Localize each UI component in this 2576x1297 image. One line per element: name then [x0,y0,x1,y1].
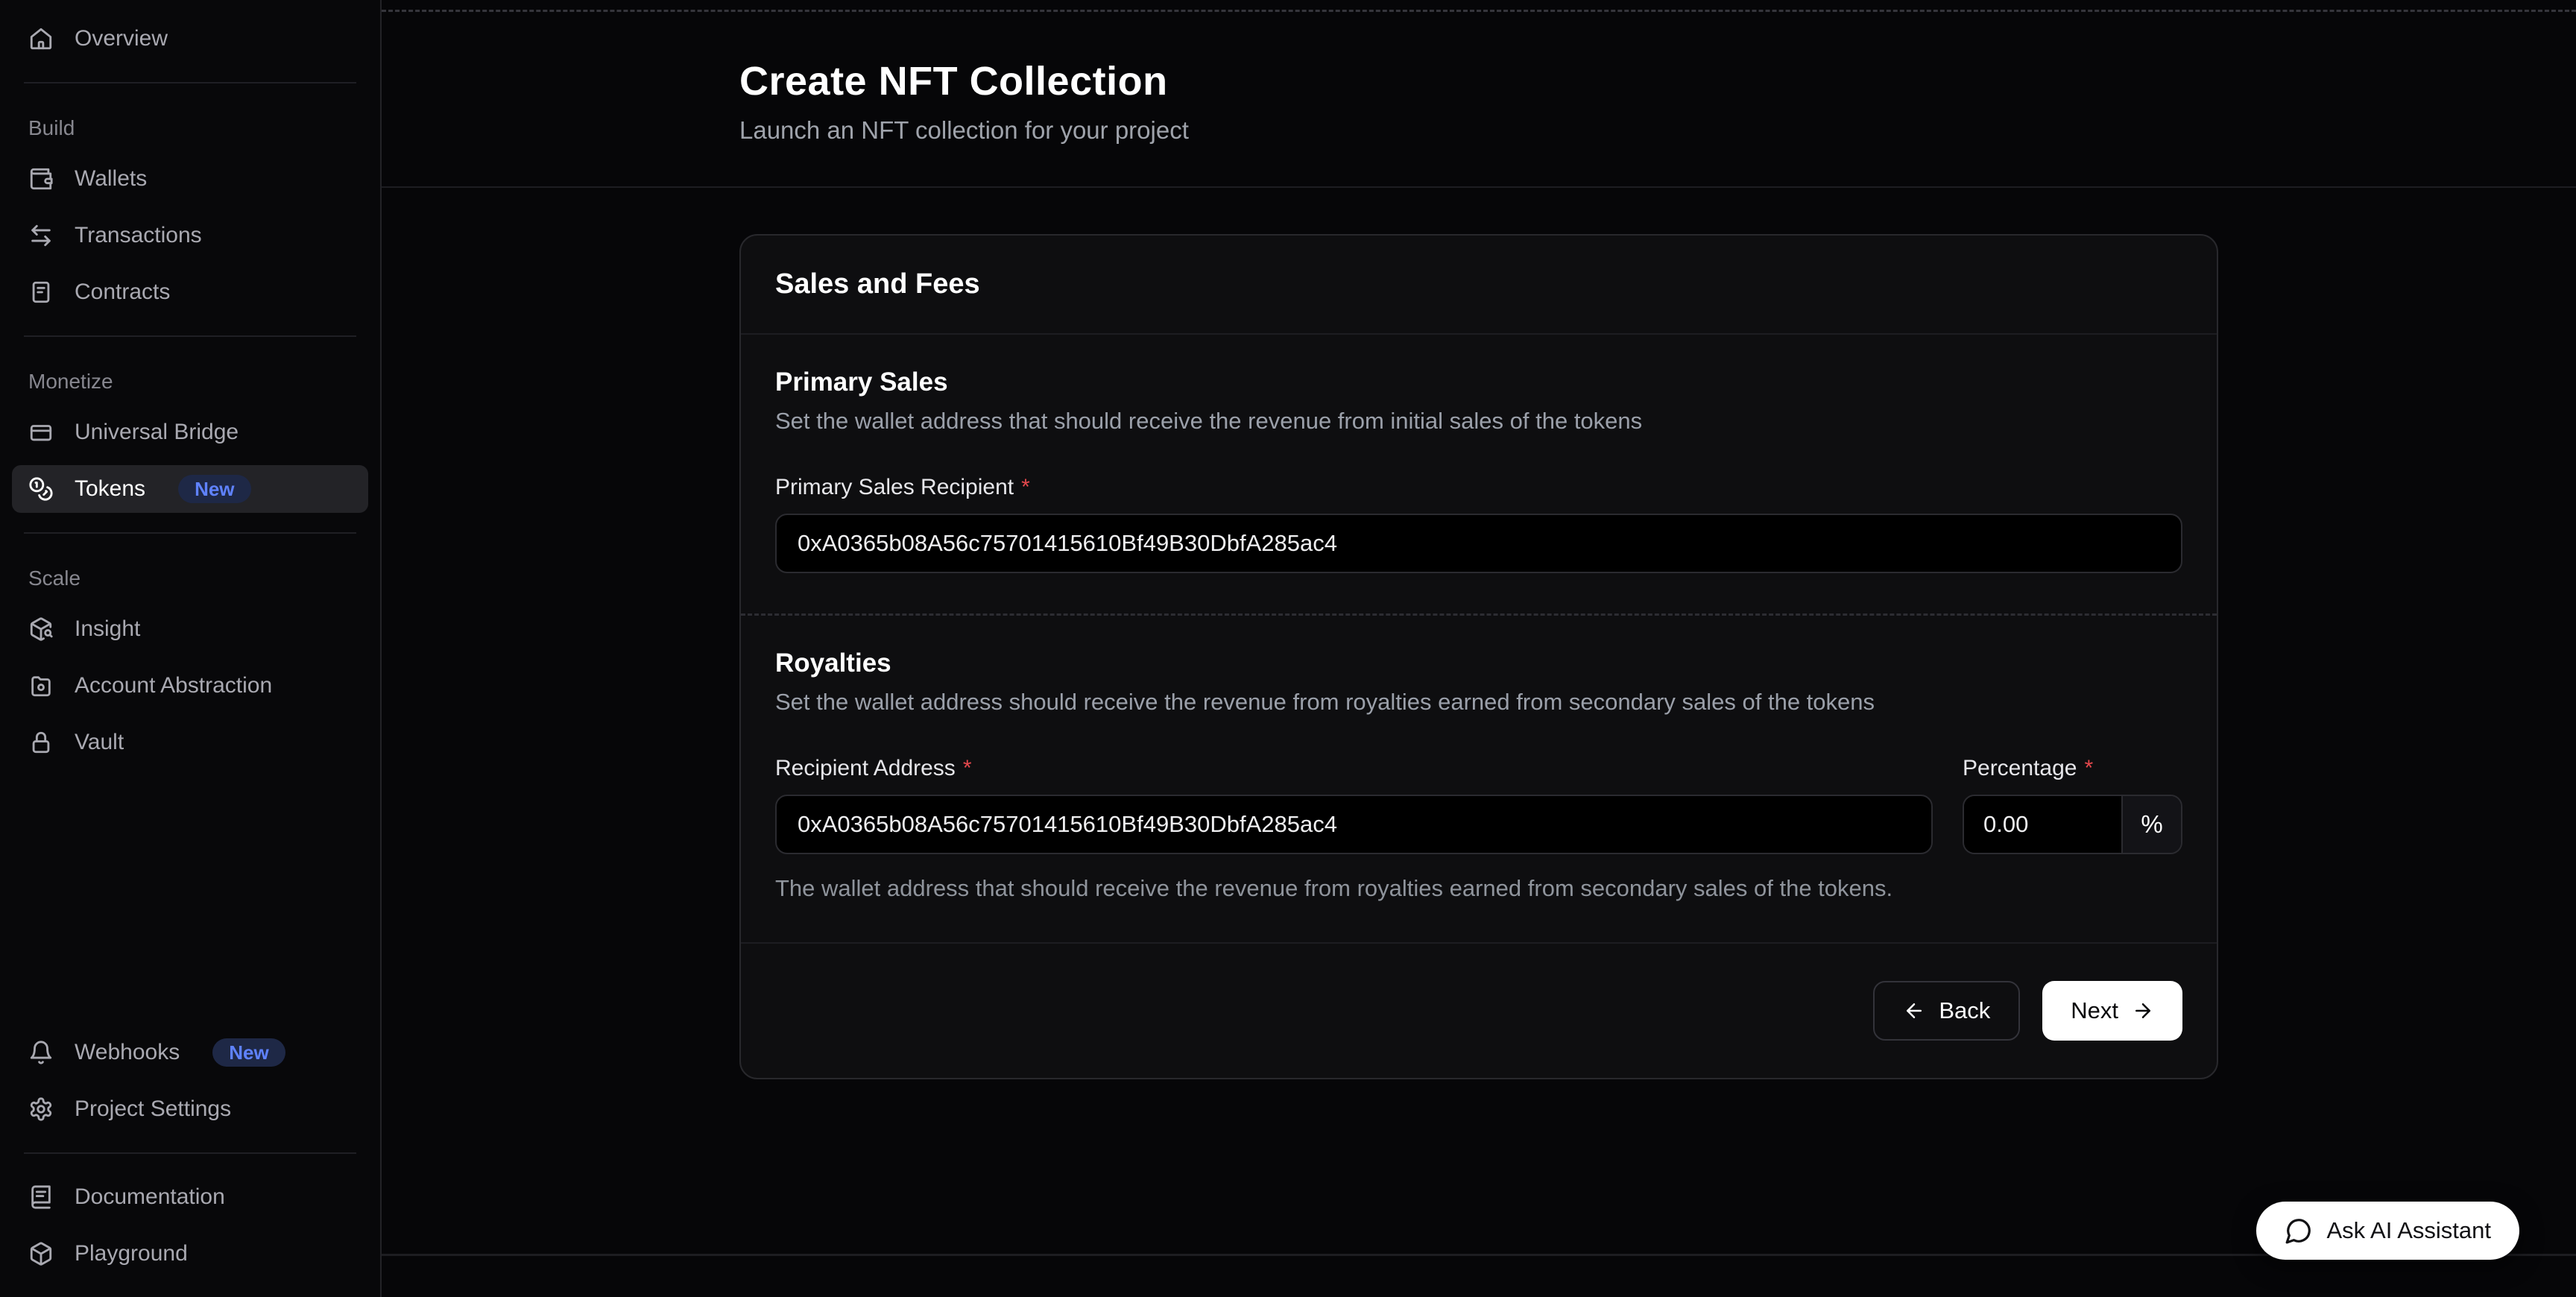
home-icon [28,26,54,51]
required-asterisk: * [963,756,972,780]
sidebar-item-vault[interactable]: Vault [12,719,368,766]
sidebar-spacer [0,771,380,1024]
sidebar-item-label: Tokens [75,476,145,502]
tokens-icon [28,476,54,502]
recipient-address-input[interactable] [775,795,1933,854]
required-asterisk: * [2084,756,2093,780]
card-header: Sales and Fees [741,236,2217,335]
new-badge: New [178,475,250,503]
sidebar-item-documentation[interactable]: Documentation [12,1173,368,1221]
sidebar-divider [24,532,356,534]
bell-icon [28,1040,54,1065]
new-badge: New [212,1038,285,1067]
sidebar-item-playground[interactable]: Playground [12,1230,368,1278]
page-subtitle: Launch an NFT collection for your projec… [739,116,2218,145]
primary-sales-recipient-label: Primary Sales Recipient* [775,475,2182,500]
sidebar-item-label: Project Settings [75,1096,231,1122]
primary-sales-description: Set the wallet address that should recei… [775,408,2182,435]
sidebar-item-label: Vault [75,730,124,755]
main-content: Create NFT Collection Launch an NFT coll… [382,10,2576,1297]
royalties-title: Royalties [775,648,2182,678]
page-title: Create NFT Collection [739,58,2218,104]
sidebar-item-label: Wallets [75,166,147,192]
sidebar-item-insight[interactable]: Insight [12,605,368,653]
account-abstraction-icon [28,673,54,698]
sidebar-group-scale: Scale [28,567,380,590]
sidebar-item-label: Account Abstraction [75,673,272,698]
sidebar-group-build: Build [28,116,380,140]
book-icon [28,1184,54,1210]
sidebar: Overview Build Wallets Transactions Cont… [0,0,382,1297]
required-asterisk: * [1021,475,1030,499]
sidebar-item-label: Contracts [75,280,170,305]
arrow-right-icon [2132,1000,2154,1022]
percentage-input[interactable] [1964,796,2121,853]
sidebar-divider [24,82,356,83]
royalties-description: Set the wallet address should receive th… [775,689,2182,716]
next-button[interactable]: Next [2042,981,2182,1041]
back-button[interactable]: Back [1873,981,2020,1041]
transactions-icon [28,223,54,248]
sidebar-item-contracts[interactable]: Contracts [12,268,368,316]
sidebar-item-transactions[interactable]: Transactions [12,212,368,259]
sidebar-item-label: Universal Bridge [75,420,239,445]
cube-icon [28,1241,54,1266]
sidebar-item-account-abstraction[interactable]: Account Abstraction [12,662,368,710]
percentage-label: Percentage* [1963,756,2182,781]
sidebar-item-universal-bridge[interactable]: Universal Bridge [12,408,368,456]
sidebar-item-label: Documentation [75,1184,225,1210]
sidebar-item-wallets[interactable]: Wallets [12,155,368,203]
chat-bubble-icon [2285,1216,2313,1245]
vault-lock-icon [28,730,54,755]
primary-sales-section: Primary Sales Set the wallet address tha… [741,335,2217,613]
contracts-icon [28,280,54,305]
royalties-section: Royalties Set the wallet address should … [741,613,2217,942]
sidebar-divider [24,335,356,337]
card-title: Sales and Fees [775,268,2182,300]
sidebar-item-label: Insight [75,616,140,642]
sidebar-item-label: Transactions [75,223,202,248]
sidebar-divider [24,1152,356,1154]
bridge-icon [28,420,54,445]
sidebar-item-overview[interactable]: Overview [12,15,368,63]
sidebar-item-tokens[interactable]: Tokens New [12,465,368,513]
primary-sales-recipient-input[interactable] [775,514,2182,573]
sidebar-item-webhooks[interactable]: Webhooks New [12,1029,368,1076]
percent-suffix: % [2121,796,2181,853]
wallet-icon [28,166,54,192]
sidebar-item-label: Playground [75,1241,188,1266]
sales-and-fees-card: Sales and Fees Primary Sales Set the wal… [739,234,2218,1079]
page-header: Create NFT Collection Launch an NFT coll… [382,12,2576,188]
sidebar-group-monetize: Monetize [28,370,380,394]
sidebar-item-label: Overview [75,26,168,51]
card-footer: Back Next [741,942,2217,1078]
percentage-input-group: % [1963,795,2182,854]
bottom-divider [382,1254,2576,1256]
arrow-left-icon [1903,1000,1925,1022]
sidebar-item-project-settings[interactable]: Project Settings [12,1085,368,1133]
sidebar-item-label: Webhooks [75,1040,180,1065]
primary-sales-title: Primary Sales [775,367,2182,397]
insight-icon [28,616,54,642]
recipient-helper-text: The wallet address that should receive t… [775,875,2182,902]
ask-ai-assistant-button[interactable]: Ask AI Assistant [2256,1202,2519,1260]
recipient-address-label: Recipient Address* [775,756,1933,781]
gear-icon [28,1096,54,1122]
